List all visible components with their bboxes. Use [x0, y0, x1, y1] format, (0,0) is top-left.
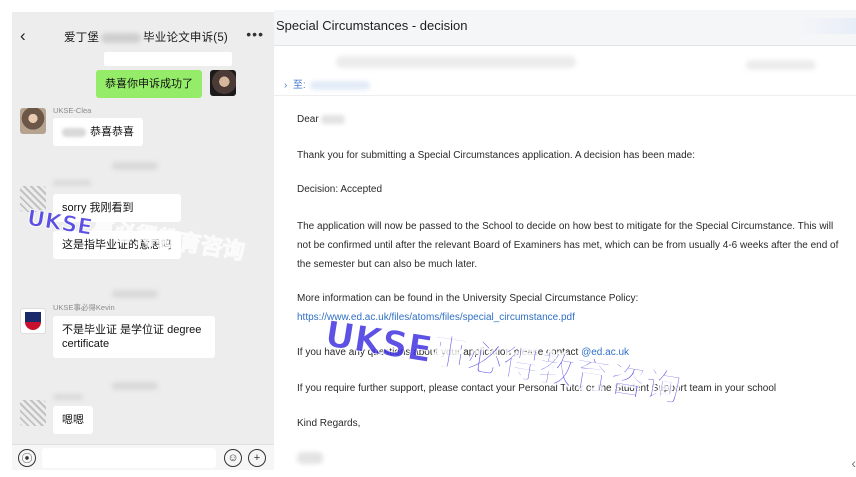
greeting: Dear — [297, 110, 845, 129]
paragraph-text: More information can be found in the Uni… — [297, 293, 639, 304]
redacted-recipient — [309, 80, 370, 90]
redacted-date — [746, 60, 816, 70]
email-header: Special Circumstances - decision — [274, 10, 856, 46]
chat-bubble[interactable]: 恭喜恭喜 — [53, 118, 143, 146]
header-decoration — [796, 18, 856, 34]
timestamp — [112, 162, 158, 170]
chevron-left-icon[interactable]: ‹ — [851, 455, 856, 471]
redacted-name — [62, 127, 86, 137]
plus-icon[interactable]: + — [248, 449, 266, 467]
email-view: Special Circumstances - decision › 至: De… — [274, 0, 856, 477]
previous-message-stub — [104, 52, 232, 66]
recipient-row[interactable]: › 至: — [284, 76, 370, 91]
chevron-left-icon[interactable]: ‹ — [20, 26, 26, 46]
timestamp — [112, 290, 158, 298]
message-input[interactable] — [42, 448, 216, 468]
redacted-name — [321, 114, 346, 124]
chat-input-bar: ⦿ ☺ + — [12, 444, 274, 470]
chat-bubble[interactable]: 恭喜你申诉成功了 — [96, 70, 202, 98]
chat-bubble[interactable]: 不是毕业证 是学位证 degree certificate — [53, 316, 215, 358]
closing: Kind Regards, — [297, 418, 361, 429]
to-label: 至: — [292, 80, 306, 91]
redacted-sender — [336, 56, 576, 68]
chat-bubble[interactable]: 嗯嗯 — [53, 406, 93, 434]
avatar[interactable] — [20, 108, 46, 134]
more-dots-icon[interactable]: ••• — [246, 26, 264, 42]
paragraph: The application will now be passed to th… — [297, 221, 839, 270]
screenshot-stage: ‹ 爱丁堡 毕业论文申诉(5) ••• 恭喜你申诉成功了 UKSE-Clea 恭喜… — [0, 0, 856, 477]
email-subject: Special Circumstances - decision — [276, 18, 468, 33]
list-item: 嗯嗯 — [20, 392, 93, 434]
redacted-signature — [297, 452, 323, 464]
chat-title: 爱丁堡 毕业论文申诉(5) — [64, 29, 228, 45]
chat-title-suffix: 毕业论文申诉(5) — [143, 32, 228, 44]
sender-name — [53, 180, 91, 186]
list-item: UKSE事必得Kevin 不是毕业证 是学位证 degree certifica… — [20, 302, 215, 358]
avatar[interactable] — [210, 70, 236, 96]
avatar[interactable] — [20, 308, 46, 334]
list-item: UKSE-Clea 恭喜恭喜 — [20, 106, 143, 146]
message-text: 恭喜恭喜 — [90, 126, 134, 138]
paragraph: Thank you for submitting a Special Circu… — [297, 150, 695, 161]
decision-line: Decision: Accepted — [297, 184, 383, 195]
list-item: 恭喜你申诉成功了 — [96, 70, 236, 98]
timestamp — [112, 382, 158, 390]
redacted-name — [101, 32, 142, 43]
sender-name: UKSE事必得Kevin — [53, 303, 115, 312]
sender-name: UKSE-Clea — [53, 106, 92, 115]
emoji-icon[interactable]: ☺ — [224, 449, 242, 467]
chat-title-prefix: 爱丁堡 — [64, 32, 100, 44]
crest-icon — [25, 312, 41, 330]
greeting-text: Dear — [297, 114, 319, 125]
voice-icon[interactable]: ⦿ — [18, 449, 36, 467]
avatar[interactable] — [20, 400, 46, 426]
sender-name — [53, 394, 83, 400]
